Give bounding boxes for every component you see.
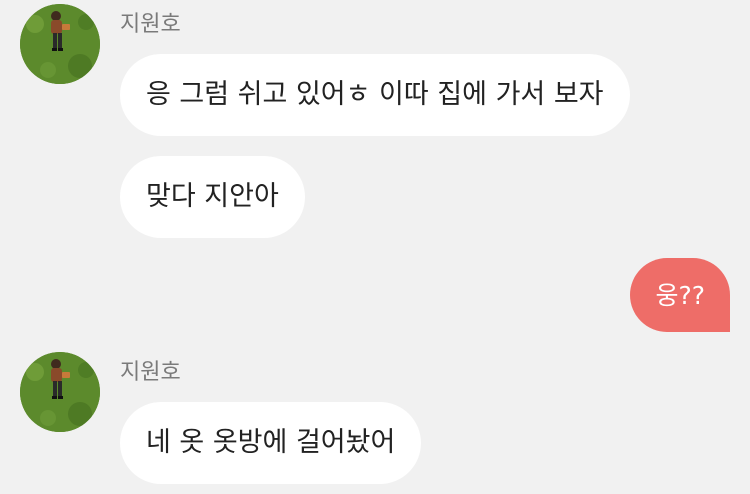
avatar-image bbox=[20, 4, 100, 84]
sender-name: 지원호 bbox=[120, 360, 181, 385]
sender-avatar[interactable] bbox=[20, 352, 100, 432]
sender-name: 지원호 bbox=[120, 12, 181, 37]
outgoing-message-bubble[interactable]: 웅?? bbox=[630, 258, 730, 332]
incoming-message-bubble[interactable]: 맞다 지안아 bbox=[120, 156, 305, 238]
incoming-message-bubble[interactable]: 네 옷 옷방에 걸어놨어 bbox=[120, 402, 422, 484]
incoming-message-bubble[interactable]: 응 그럼 쉬고 있어ㅎ 이따 집에 가서 보자 bbox=[120, 54, 630, 136]
avatar-image bbox=[20, 352, 100, 432]
sender-avatar[interactable] bbox=[20, 4, 100, 84]
